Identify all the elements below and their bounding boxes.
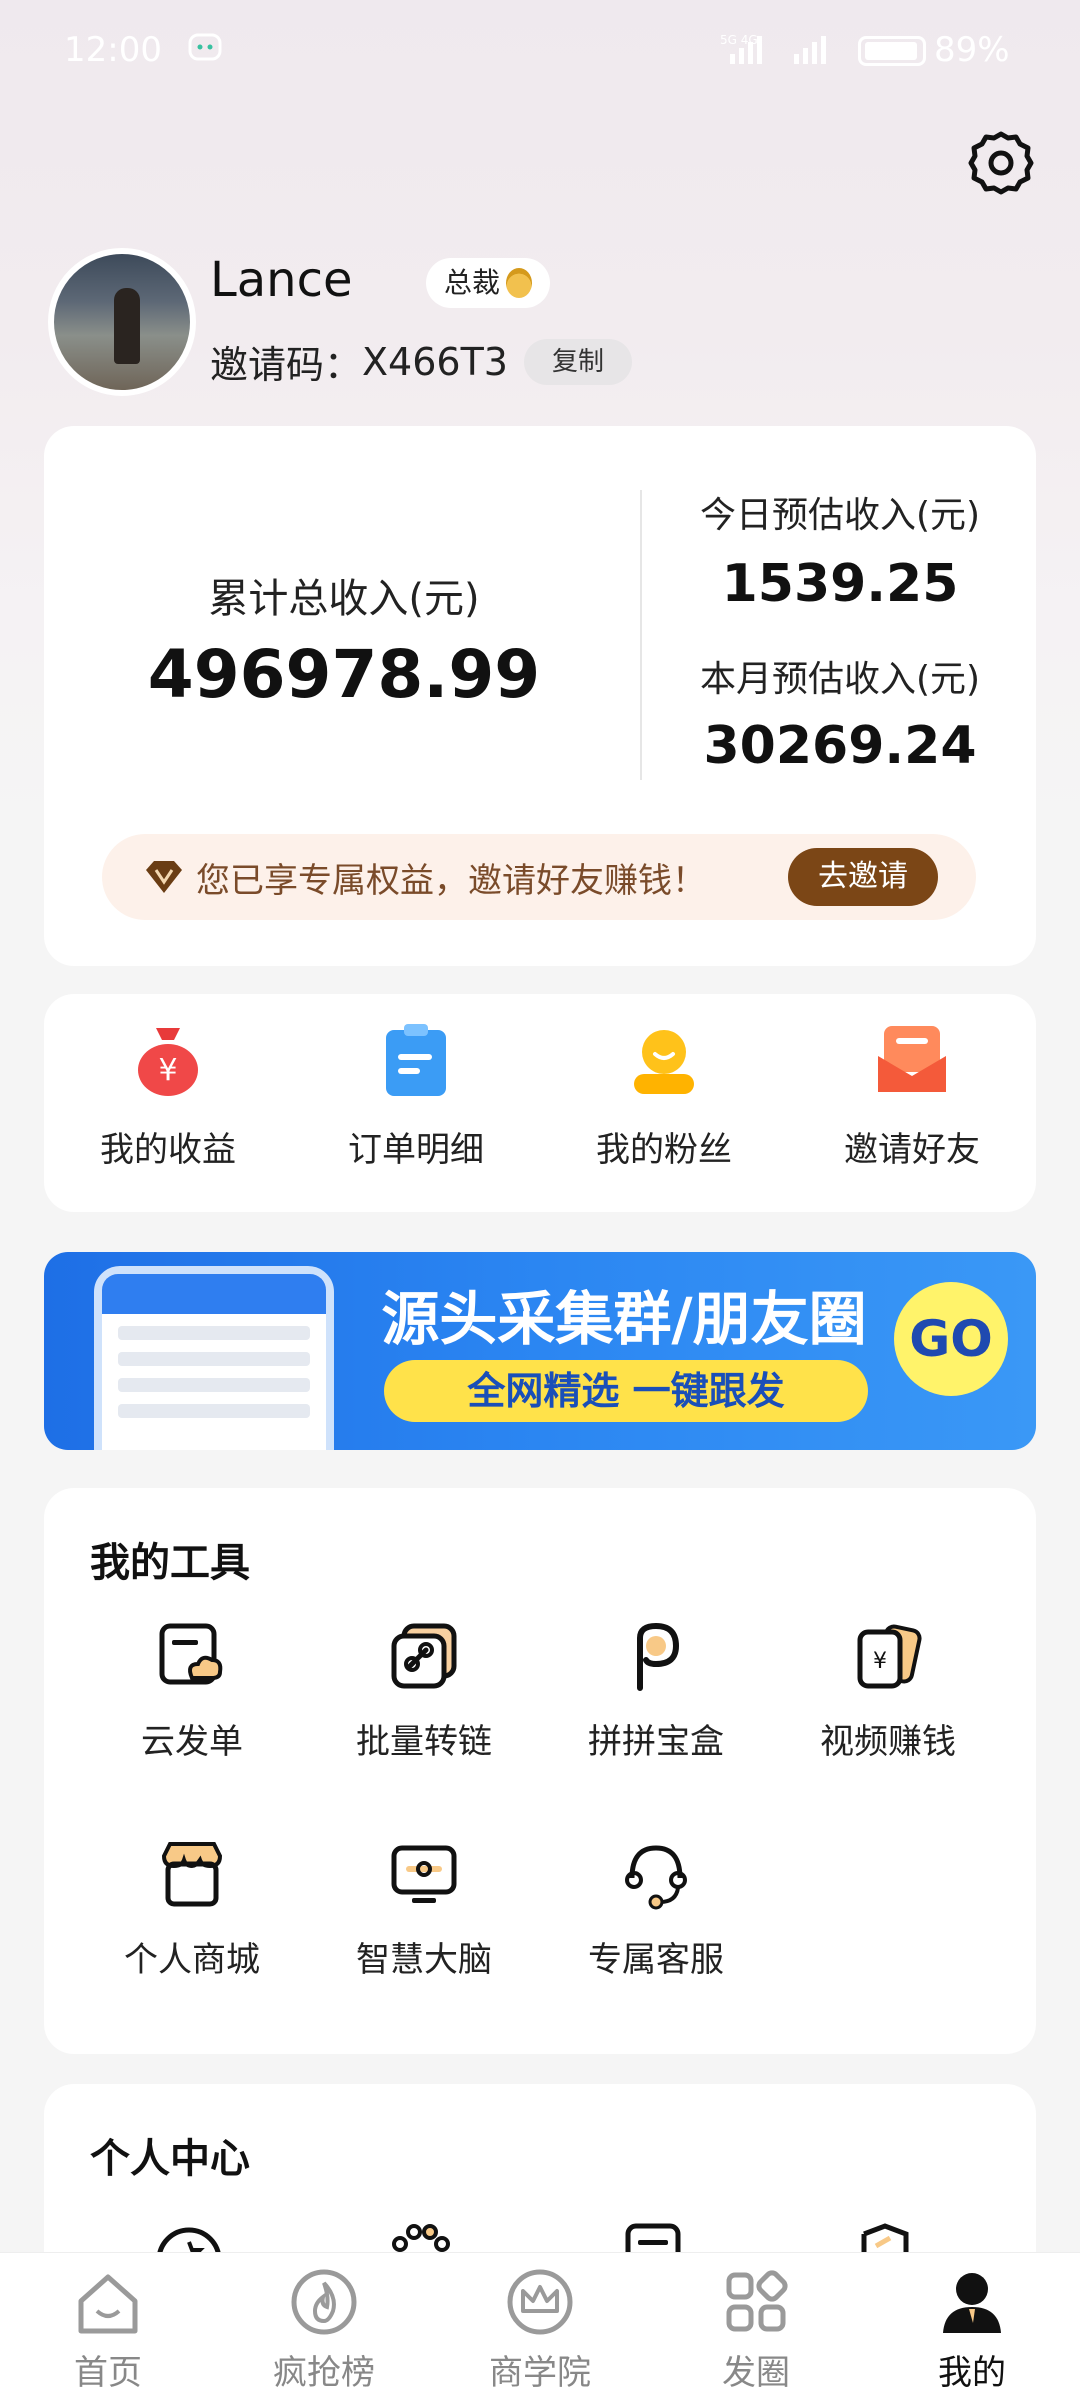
copy-button[interactable]: 复制 [523,338,632,385]
avatar[interactable] [48,248,196,396]
section-title: 我的工具 [90,1540,250,1586]
rank-badge-label: 总裁 [444,266,501,299]
today-income-value: 1539.25 [721,554,959,614]
grid-icon [726,2270,788,2332]
tool-label: 拼拼宝盒 [588,1722,724,1762]
banner-title: 源头采集群/朋友圈 [381,1285,867,1353]
promo-text: 您已享专属权益，邀请好友赚钱！ [196,860,706,901]
message-icon [188,33,222,61]
banner-go-button[interactable]: GO [894,1282,1008,1396]
settings-gear-icon[interactable] [966,128,1036,198]
total-income-value: 496978.99 [147,636,541,713]
quick-item-label: 邀请好友 [844,1130,980,1170]
invite-code-label: 邀请码： [210,343,363,387]
invite-code-row: 邀请码： X466T3 复制 [210,334,632,389]
tool-cloud-send[interactable]: 云发单 [76,1620,308,1763]
batch-link-icon [391,1623,457,1689]
tab-hot-list[interactable]: 疯抢榜 [216,2267,432,2394]
store-icon [161,1842,223,1907]
clipboard-icon [386,1024,446,1096]
medal-icon [506,268,533,298]
tool-customer-service[interactable]: 专属客服 [540,1838,772,1981]
cloud-send-icon [159,1623,223,1685]
tool-personal-store[interactable]: 个人商城 [76,1838,308,1981]
promo-banner[interactable]: 源头采集群/朋友圈 全网精选 一键跟发 GO [44,1252,1036,1450]
bottom-tab-bar: 首页 疯抢榜 商学院 发圈 我的 [0,2252,1080,2400]
tab-label: 发圈 [722,2353,790,2393]
month-income-value: 30269.24 [703,716,977,776]
tab-label: 疯抢榜 [273,2353,375,2393]
tool-pinpin-box[interactable]: 拼拼宝盒 [540,1620,772,1763]
headset-icon [625,1845,687,1910]
video-money-icon: ¥ [857,1624,922,1689]
today-income-label: 今日预估收入(元) [699,495,981,536]
quick-item-my-earnings[interactable]: ¥ 我的收益 [44,1020,292,1171]
quick-item-order-details[interactable]: 订单明细 [292,1020,540,1171]
invite-envelope-icon [878,1026,946,1092]
tool-label: 视频赚钱 [820,1722,956,1762]
tab-moments[interactable]: 发圈 [648,2267,864,2394]
svg-text:¥: ¥ [158,1053,177,1088]
quick-item-label: 我的收益 [100,1130,236,1170]
my-tools-card: 我的工具 云发单 批量转链 拼拼宝盒 ¥ 视频赚钱 个人商城 智慧大脑 专属客服 [44,1488,1036,2054]
quick-item-label: 我的粉丝 [596,1130,732,1170]
fans-icon [634,1030,694,1094]
invite-code-value: X466T3 [362,339,508,384]
total-income-label: 累计总收入(元) [208,576,480,622]
avatar-figure [114,288,140,364]
tool-smart-brain[interactable]: 智慧大脑 [308,1838,540,1981]
tab-label: 首页 [74,2353,142,2393]
tool-label: 云发单 [141,1722,243,1762]
phone-illustration [94,1266,334,1450]
tool-label: 专属客服 [588,1940,724,1980]
tab-label: 商学院 [489,2353,591,2393]
status-bar: 12:00 5G 4G 89% [0,0,1080,100]
tab-label: 我的 [938,2353,1006,2393]
quick-actions-card: ¥ 我的收益 订单明细 我的粉丝 邀请好友 [44,994,1036,1212]
tool-label: 批量转链 [356,1722,492,1762]
month-income-label: 本月预估收入(元) [699,659,981,700]
invite-promo-bar[interactable]: 您已享专属权益，邀请好友赚钱！ 去邀请 [102,834,976,920]
section-title: 个人中心 [90,2136,250,2182]
income-card: 累计总收入(元) 496978.99 今日预估收入(元) 1539.25 本月预… [44,426,1036,966]
tool-video-money[interactable]: ¥ 视频赚钱 [772,1620,1004,1763]
divider [640,490,642,780]
battery-percent: 89% [934,30,1010,70]
smart-brain-icon [391,1845,457,1903]
tool-batch-link[interactable]: 批量转链 [308,1620,540,1763]
tab-mine[interactable]: 我的 [864,2267,1080,2394]
quick-item-my-fans[interactable]: 我的粉丝 [540,1020,788,1171]
quick-item-label: 订单明细 [348,1130,484,1170]
quick-item-invite-friends[interactable]: 邀请好友 [788,1020,1036,1171]
tab-home[interactable]: 首页 [0,2267,216,2394]
battery-icon [858,36,926,66]
tool-label: 智慧大脑 [356,1940,492,1980]
user-icon [943,2273,1001,2333]
tab-business-school[interactable]: 商学院 [432,2267,648,2394]
signal-icon: 5G 4G [720,33,826,64]
rank-badge: 总裁 [426,258,551,308]
diamond-icon [146,861,182,893]
go-invite-button[interactable]: 去邀请 [788,848,938,906]
money-bag-icon: ¥ [138,1028,198,1096]
fire-icon [291,2269,357,2335]
username: Lance [210,252,353,308]
pinpin-box-icon [637,1622,680,1691]
home-icon [78,2274,138,2334]
status-time: 12:00 [64,30,162,70]
svg-text:¥: ¥ [873,1649,887,1674]
tool-label: 个人商城 [124,1940,260,1980]
banner-subtitle: 全网精选 一键跟发 [384,1360,868,1422]
crown-icon [507,2269,573,2335]
